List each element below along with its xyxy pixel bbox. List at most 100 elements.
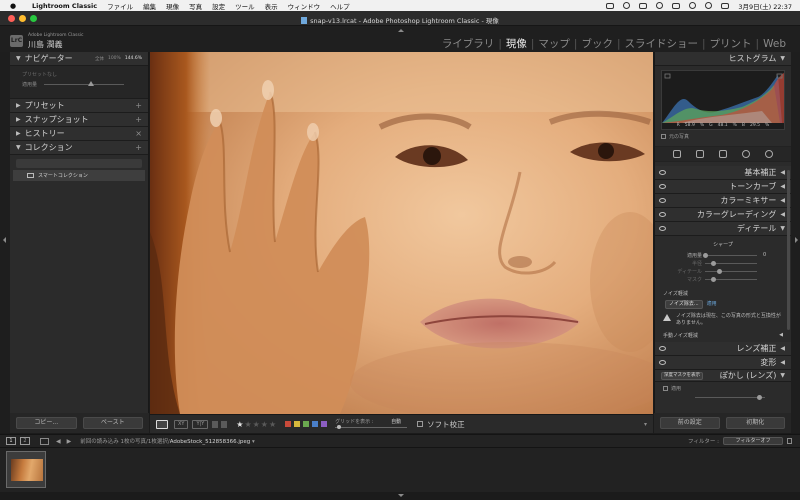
label-green[interactable] bbox=[303, 421, 310, 427]
add-snapshot-icon[interactable]: + bbox=[135, 115, 142, 124]
zoom-custom[interactable]: 144.6% bbox=[125, 56, 142, 62]
presets-header[interactable]: ▶ プリセット + bbox=[10, 99, 148, 113]
battery-icon[interactable] bbox=[672, 2, 681, 9]
module-print[interactable]: プリント bbox=[710, 36, 752, 51]
eye-icon[interactable] bbox=[659, 226, 666, 231]
filter-lock-icon[interactable] bbox=[787, 438, 792, 444]
lens-blur-slider[interactable] bbox=[695, 395, 765, 400]
section-transform[interactable]: 変形 ◀ bbox=[655, 356, 791, 370]
clear-history-icon[interactable]: × bbox=[135, 129, 142, 138]
slider-sharpen-mask[interactable]: マスク bbox=[655, 275, 791, 283]
slider-track[interactable] bbox=[703, 252, 757, 258]
slider-sharpen-amount[interactable]: 適用量 0 bbox=[655, 251, 791, 259]
depth-mask-button[interactable]: 深度マスクを表示 bbox=[661, 371, 703, 380]
collapse-left-icon[interactable] bbox=[3, 237, 6, 243]
section-color-grading[interactable]: カラーグレーディング ◀ bbox=[655, 208, 791, 222]
flag-reject-icon[interactable] bbox=[221, 420, 228, 428]
slider-knob[interactable] bbox=[703, 252, 708, 258]
grid-overlay-value[interactable]: 自動 bbox=[391, 418, 401, 425]
module-library[interactable]: ライブラリ bbox=[442, 36, 495, 51]
back-arrow-icon[interactable]: ◀ bbox=[56, 438, 61, 445]
eye-icon[interactable] bbox=[659, 184, 666, 189]
module-develop[interactable]: 現像 bbox=[506, 36, 527, 51]
soft-proof-toggle[interactable]: ソフト校正 bbox=[417, 419, 465, 430]
menu-window[interactable]: ウィンドウ bbox=[288, 1, 321, 11]
menu-view[interactable]: 表示 bbox=[265, 1, 278, 11]
left-panel-edge[interactable] bbox=[0, 52, 10, 433]
slider-track[interactable] bbox=[705, 260, 757, 266]
collections-header[interactable]: ▼ コレクション + bbox=[10, 141, 148, 155]
add-preset-icon[interactable]: + bbox=[135, 101, 142, 110]
filmstrip-thumbnail[interactable] bbox=[6, 451, 46, 488]
edit-sliders-icon[interactable] bbox=[672, 150, 681, 158]
slider-sharpen-detail[interactable]: ディテール bbox=[655, 267, 791, 275]
grid-overlay-knob[interactable] bbox=[337, 425, 342, 429]
label-yellow[interactable] bbox=[294, 421, 301, 427]
slider-knob[interactable] bbox=[711, 260, 716, 266]
portrait-photo[interactable] bbox=[150, 52, 653, 414]
main-window-button[interactable]: 1 bbox=[6, 437, 16, 445]
section-detail[interactable]: ディテール ▼ bbox=[655, 222, 791, 236]
denoise-button[interactable]: ノイズ除去... bbox=[665, 300, 703, 309]
screen-icon[interactable] bbox=[639, 2, 648, 9]
amount-slider[interactable] bbox=[44, 84, 124, 85]
slider-knob[interactable] bbox=[711, 276, 716, 282]
before-after-split-button[interactable]: Y|Y bbox=[192, 419, 209, 429]
reset-button[interactable]: 初期化 bbox=[725, 417, 785, 429]
loupe-view-icon[interactable] bbox=[156, 419, 168, 429]
eye-icon[interactable] bbox=[659, 198, 666, 203]
grid-view-icon[interactable] bbox=[40, 437, 49, 445]
sharpen-header[interactable]: シャープ bbox=[655, 241, 791, 248]
section-lens-corrections[interactable]: レンズ補正 ◀ bbox=[655, 342, 791, 356]
menu-develop[interactable]: 現像 bbox=[166, 1, 179, 11]
control-center-icon[interactable] bbox=[721, 2, 730, 9]
section-basic[interactable]: 基本補正 ◀ bbox=[655, 166, 791, 180]
histogram-header[interactable]: ヒストグラム ▼ bbox=[655, 52, 791, 66]
spotlight-icon[interactable] bbox=[705, 2, 713, 9]
wifi-icon[interactable] bbox=[689, 2, 697, 9]
add-collection-icon[interactable]: + bbox=[135, 143, 142, 152]
menu-photo[interactable]: 写真 bbox=[189, 1, 202, 11]
navigator-header[interactable]: ▼ ナビゲーター 全体 100% 144.6% bbox=[10, 52, 148, 66]
bluetooth-icon[interactable] bbox=[656, 2, 664, 9]
section-lens-blur[interactable]: 深度マスクを表示 ぽかし (レンズ) ▼ bbox=[655, 370, 791, 382]
eye-icon[interactable] bbox=[659, 170, 666, 175]
label-purple[interactable] bbox=[321, 421, 328, 427]
label-blue[interactable] bbox=[312, 421, 319, 427]
grid-overlay-slider[interactable] bbox=[335, 427, 408, 428]
filter-select[interactable]: フィルターオフ bbox=[723, 437, 783, 445]
zoom-fit[interactable]: 全体 bbox=[95, 56, 104, 62]
original-photo-checkbox[interactable] bbox=[661, 134, 666, 139]
collapse-right-icon[interactable] bbox=[795, 237, 798, 243]
apple-menu-icon[interactable]: ● bbox=[10, 2, 20, 10]
manual-noise-reduction[interactable]: 手動ノイズ軽減 ◀ bbox=[655, 327, 791, 339]
paste-button[interactable]: ペースト bbox=[82, 417, 143, 429]
eye-icon[interactable] bbox=[659, 346, 666, 351]
slider-knob[interactable] bbox=[717, 268, 722, 274]
right-panel-edge[interactable] bbox=[791, 52, 800, 433]
grid-overlay-control[interactable]: グリッドを表示 : 自動 bbox=[335, 417, 408, 431]
module-slideshow[interactable]: スライドショー bbox=[625, 36, 699, 51]
photo-canvas[interactable] bbox=[150, 52, 653, 414]
masking-icon[interactable] bbox=[765, 150, 774, 158]
slider-track[interactable] bbox=[705, 268, 757, 274]
top-panel-toggle-icon[interactable] bbox=[398, 29, 404, 32]
forward-arrow-icon[interactable]: ▶ bbox=[67, 438, 72, 445]
red-eye-icon[interactable] bbox=[742, 150, 751, 158]
menu-file[interactable]: ファイル bbox=[107, 1, 133, 11]
module-book[interactable]: ブック bbox=[581, 36, 613, 51]
menubar-clock[interactable]: 3月9日(土) 22:37 bbox=[738, 1, 792, 11]
module-web[interactable]: Web bbox=[763, 38, 786, 50]
flag-pick-icon[interactable] bbox=[212, 420, 219, 428]
eye-icon[interactable] bbox=[659, 212, 666, 217]
original-photo-toggle[interactable]: 元の写真 bbox=[661, 133, 785, 140]
section-color-mixer[interactable]: カラーミキサー ◀ bbox=[655, 194, 791, 208]
amount-slider-knob[interactable] bbox=[88, 81, 94, 86]
secondary-window-button[interactable]: 2 bbox=[20, 437, 30, 445]
slider-knob[interactable] bbox=[757, 395, 762, 400]
lens-blur-apply-checkbox[interactable] bbox=[663, 386, 668, 391]
snapshots-header[interactable]: ▶ スナップショット + bbox=[10, 113, 148, 127]
filmstrip-source[interactable]: 前回の読み込み 1枚の写真/1枚選択/AdobeStock_512858366.… bbox=[80, 437, 255, 445]
crop-icon[interactable] bbox=[695, 150, 704, 158]
before-after-button[interactable]: XY bbox=[174, 419, 189, 429]
